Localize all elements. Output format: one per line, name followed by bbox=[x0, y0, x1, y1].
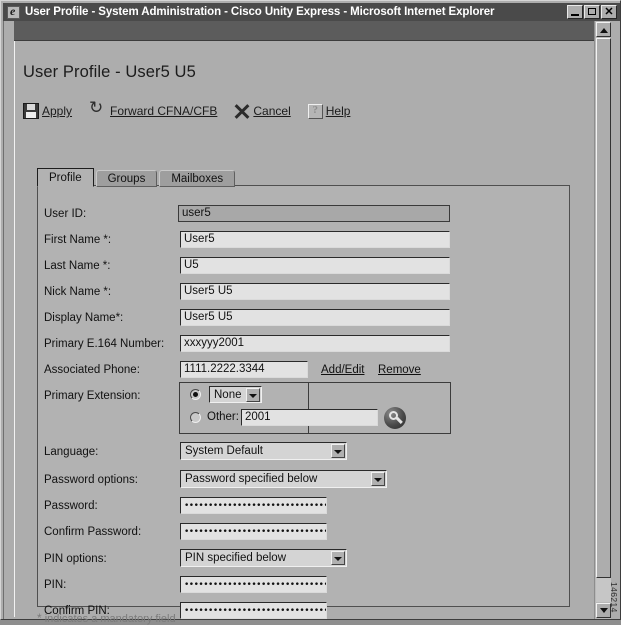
internet-explorer-icon bbox=[7, 4, 20, 19]
magnifier-icon[interactable] bbox=[384, 407, 406, 429]
mandatory-star: * bbox=[37, 611, 42, 625]
minimize-button[interactable] bbox=[567, 5, 583, 19]
primary-extension-label: Primary Extension: bbox=[44, 390, 141, 402]
remove-link[interactable]: Remove bbox=[378, 364, 421, 376]
apply-button[interactable]: Apply bbox=[23, 103, 72, 119]
close-button[interactable]: ✕ bbox=[601, 5, 617, 19]
pin-input[interactable]: •••••••••••••••••••••••••••••••••• bbox=[180, 576, 327, 593]
extension-none-value: None bbox=[214, 389, 242, 401]
cancel-button[interactable]: Cancel bbox=[234, 103, 290, 119]
extension-other-radio[interactable] bbox=[190, 412, 201, 423]
tab-groups[interactable]: Groups bbox=[95, 170, 158, 187]
chevron-down-icon[interactable] bbox=[371, 472, 385, 486]
first-name-input[interactable]: User5 bbox=[180, 231, 450, 248]
pin-label: PIN: bbox=[44, 579, 67, 591]
language-value: System Default bbox=[185, 445, 263, 457]
extension-none-select[interactable]: None bbox=[209, 386, 262, 403]
language-label: Language: bbox=[44, 446, 99, 458]
pin-options-value: PIN specified below bbox=[185, 552, 286, 564]
pin-options-label: PIN options: bbox=[44, 553, 107, 565]
nick-name-input[interactable]: User5 U5 bbox=[180, 283, 450, 300]
page-title: User Profile - User5 U5 bbox=[23, 63, 196, 81]
chevron-down-icon[interactable] bbox=[331, 444, 345, 458]
associated-phone-input[interactable]: 1111.2222.3344 bbox=[180, 361, 308, 378]
maximize-button[interactable] bbox=[584, 5, 600, 19]
window-controls: ✕ bbox=[567, 5, 617, 19]
title-bar: User Profile - System Administration - C… bbox=[3, 3, 620, 21]
scroll-up-button[interactable] bbox=[596, 22, 611, 37]
browser-toolbar-strip bbox=[14, 21, 594, 41]
action-toolbar: Apply Forward CFNA/CFB Cancel Help bbox=[23, 101, 351, 119]
confirm-pin-input[interactable]: •••••••••••••••••••••••••••••••••• bbox=[180, 602, 327, 619]
save-icon bbox=[23, 103, 39, 119]
forward-cfna-cfb-button[interactable]: Forward CFNA/CFB bbox=[89, 101, 218, 119]
scrollbar-thumb[interactable] bbox=[596, 38, 611, 578]
display-name-label: Display Name*: bbox=[44, 312, 124, 324]
mandatory-field-note: * indicates a mandatory field bbox=[37, 611, 176, 625]
apply-label: Apply bbox=[42, 104, 73, 118]
password-options-value: Password specified below bbox=[185, 473, 318, 485]
add-edit-link[interactable]: Add/Edit bbox=[321, 364, 364, 376]
user-id-label: User ID: bbox=[44, 208, 87, 220]
chevron-down-icon[interactable] bbox=[246, 388, 260, 402]
password-input[interactable]: •••••••••••••••••••••••••••••••••• bbox=[180, 497, 327, 514]
e164-input[interactable]: xxxyyy2001 bbox=[180, 335, 450, 352]
vertical-scrollbar[interactable] bbox=[594, 21, 611, 619]
e164-label: Primary E.164 Number: bbox=[44, 338, 165, 350]
confirm-password-label: Confirm Password: bbox=[44, 526, 142, 538]
password-options-select[interactable]: Password specified below bbox=[180, 470, 387, 488]
window-title: User Profile - System Administration - C… bbox=[25, 6, 495, 18]
extension-other-input[interactable]: 2001 bbox=[241, 409, 378, 426]
nick-name-label: Nick Name *: bbox=[44, 286, 112, 298]
chevron-down-icon bbox=[600, 608, 608, 613]
language-select[interactable]: System Default bbox=[180, 442, 347, 460]
extension-none-radio[interactable] bbox=[190, 389, 201, 400]
cancel-icon bbox=[234, 103, 250, 119]
chevron-up-icon bbox=[600, 28, 608, 33]
help-icon bbox=[307, 103, 323, 119]
help-label: Help bbox=[325, 104, 351, 118]
scrollbar-track[interactable] bbox=[596, 38, 611, 602]
cancel-label: Cancel bbox=[253, 104, 291, 118]
confirm-password-input[interactable]: •••••••••••••••••••••••••••••••••• bbox=[180, 523, 327, 540]
figure-watermark: 146214 bbox=[609, 582, 619, 613]
browser-client-area: User Profile - User5 U5 Apply Forward CF… bbox=[3, 21, 620, 625]
last-name-label: Last Name *: bbox=[44, 260, 111, 272]
profile-panel: User ID: user5 First Name *: User5 Last … bbox=[37, 185, 570, 619]
last-name-input[interactable]: U5 bbox=[180, 257, 450, 274]
chevron-down-icon[interactable] bbox=[331, 551, 345, 565]
help-button[interactable]: Help bbox=[307, 103, 351, 119]
user-id-value: user5 bbox=[178, 205, 450, 222]
password-label: Password: bbox=[44, 500, 98, 512]
password-options-label: Password options: bbox=[44, 474, 138, 486]
mandatory-note-text: indicates a mandatory field bbox=[44, 613, 176, 625]
forward-label: Forward CFNA/CFB bbox=[110, 104, 218, 118]
page-body: User Profile - User5 U5 Apply Forward CF… bbox=[14, 41, 594, 625]
browser-window: User Profile - System Administration - C… bbox=[0, 0, 621, 625]
associated-phone-label: Associated Phone: bbox=[44, 364, 140, 376]
first-name-label: First Name *: bbox=[44, 234, 112, 246]
tab-profile[interactable]: Profile bbox=[37, 168, 94, 187]
pin-options-select[interactable]: PIN specified below bbox=[180, 549, 347, 567]
forward-icon bbox=[89, 101, 107, 119]
tab-mailboxes[interactable]: Mailboxes bbox=[159, 170, 236, 187]
display-name-input[interactable]: User5 U5 bbox=[180, 309, 450, 326]
extension-other-label: Other: bbox=[207, 411, 239, 423]
tab-bar: Profile Groups Mailboxes bbox=[37, 168, 237, 187]
